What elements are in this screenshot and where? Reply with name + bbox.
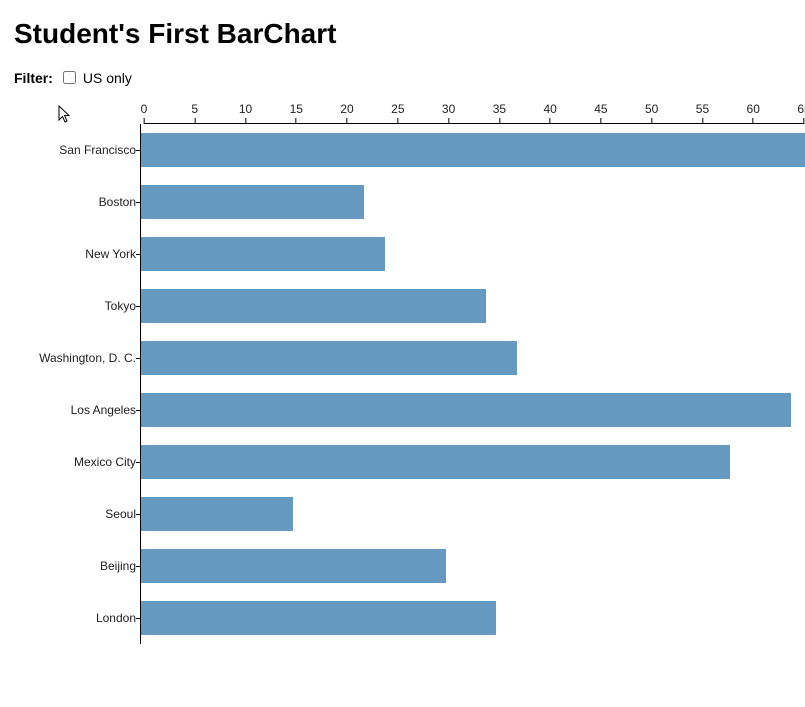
bar-track xyxy=(140,488,801,540)
bar-fill xyxy=(141,445,730,479)
bar-track xyxy=(140,176,801,228)
x-axis-tick: 30 xyxy=(442,102,455,124)
x-axis-tick: 10 xyxy=(239,102,252,124)
bar-label: Mexico City xyxy=(14,455,140,469)
bar-track xyxy=(140,280,801,332)
bar-label: Los Angeles xyxy=(14,403,140,417)
bar-row: Tokyo xyxy=(14,280,804,332)
bar-row: New York xyxy=(14,228,804,280)
page-title: Student's First BarChart xyxy=(14,18,795,50)
filter-row: Filter: US only xyxy=(14,68,795,87)
bar-fill xyxy=(141,133,805,167)
bar-fill xyxy=(141,393,791,427)
bar-fill xyxy=(141,497,293,531)
bar-fill xyxy=(141,237,385,271)
bar-row: Beijing xyxy=(14,540,804,592)
bar-label: Beijing xyxy=(14,559,140,573)
x-axis-tick: 15 xyxy=(290,102,303,124)
x-axis-tick: 20 xyxy=(340,102,353,124)
filter-us-only-text: US only xyxy=(83,70,132,86)
filter-label: Filter: xyxy=(14,70,53,86)
x-axis-tick: 60 xyxy=(747,102,760,124)
x-axis-tick: 35 xyxy=(493,102,506,124)
bar-track xyxy=(140,540,801,592)
bar-chart: 05101520253035404550556065 San Francisco… xyxy=(14,101,795,644)
bar-label: Seoul xyxy=(14,507,140,521)
bar-label: Tokyo xyxy=(14,299,140,313)
x-axis: 0 5 10 15 20 25 30 35 40 45 50 55 60 65 xyxy=(144,101,804,124)
bar-track xyxy=(140,124,801,176)
bar-track xyxy=(140,592,801,644)
bar-label: San Francisco xyxy=(14,143,140,157)
x-axis-tick: 55 xyxy=(696,102,709,124)
x-axis-tick: 45 xyxy=(594,102,607,124)
bar-track xyxy=(140,332,801,384)
bar-fill xyxy=(141,185,364,219)
bar-fill xyxy=(141,289,486,323)
bar-row: Seoul xyxy=(14,488,804,540)
mouse-cursor-icon xyxy=(58,105,74,125)
bar-row: London xyxy=(14,592,804,644)
x-axis-tick: 65 xyxy=(797,102,805,124)
bar-row: Washington, D. C. xyxy=(14,332,804,384)
bar-label: Boston xyxy=(14,195,140,209)
bar-row: Mexico City xyxy=(14,436,804,488)
bar-fill xyxy=(141,549,446,583)
bar-track xyxy=(140,228,801,280)
bar-row: San Francisco xyxy=(14,124,804,176)
x-axis-tick: 40 xyxy=(543,102,556,124)
bar-label: New York xyxy=(14,247,140,261)
x-axis-tick: 50 xyxy=(645,102,658,124)
bar-fill xyxy=(141,341,517,375)
bars-area: San Francisco Boston New York Tokyo Washingt… xyxy=(14,124,804,644)
bar-label: Washington, D. C. xyxy=(14,351,140,365)
bar-row: Los Angeles xyxy=(14,384,804,436)
filter-us-only-checkbox[interactable] xyxy=(63,71,76,84)
bar-label: London xyxy=(14,611,140,625)
filter-us-only[interactable]: US only xyxy=(59,68,132,87)
bar-fill xyxy=(141,601,496,635)
bar-track xyxy=(140,384,801,436)
bar-row: Boston xyxy=(14,176,804,228)
bar-track xyxy=(140,436,801,488)
x-axis-tick: 25 xyxy=(391,102,404,124)
x-axis-tick: 0 xyxy=(141,102,148,124)
x-axis-tick: 5 xyxy=(191,102,198,124)
